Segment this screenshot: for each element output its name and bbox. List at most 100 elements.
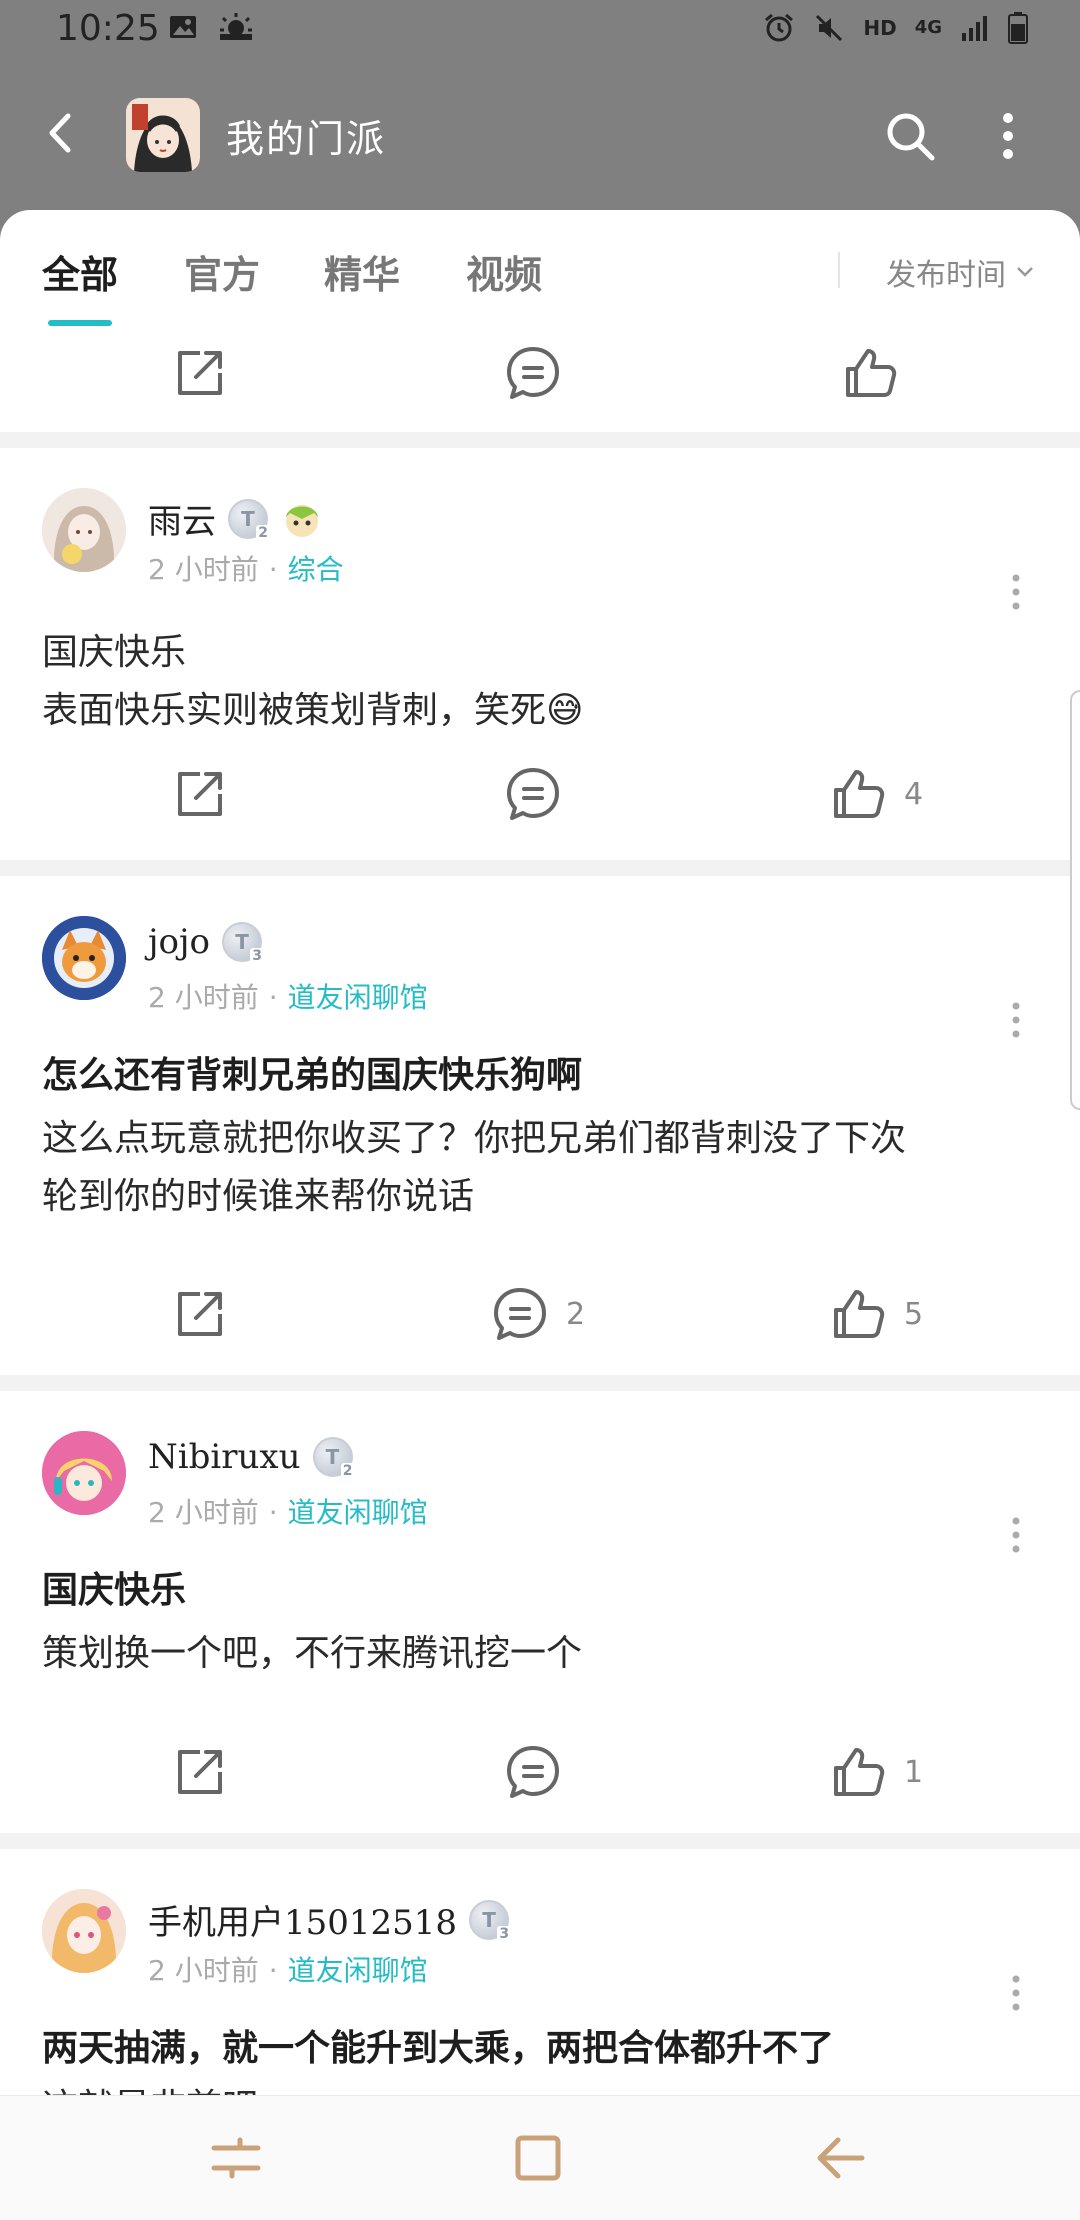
- badge-level: 3: [497, 1925, 512, 1942]
- post-category[interactable]: 综合: [288, 553, 344, 586]
- search-icon[interactable]: [882, 108, 938, 164]
- tab-official[interactable]: 官方: [184, 244, 260, 299]
- username-row: jojo T3: [148, 922, 265, 964]
- post-title[interactable]: 两天抽满，就一个能升到大乘，两把合体都升不了: [42, 2019, 834, 2071]
- like-button[interactable]: 5: [830, 1286, 923, 1342]
- status-time: 10:25: [56, 8, 160, 49]
- post-meta: 2 小时前 · 综合: [148, 548, 344, 588]
- back-arrow-icon[interactable]: [36, 108, 86, 158]
- post-meta: 2 小时前 · 道友闲聊馆: [148, 1949, 428, 1989]
- meta-separator: ·: [268, 553, 278, 586]
- badge-letter: T: [235, 930, 249, 954]
- post-meta: 2 小时前 · 道友闲聊馆: [148, 1491, 428, 1531]
- avatar[interactable]: [42, 916, 126, 1000]
- avatar[interactable]: [42, 1889, 126, 1973]
- avatar-image: [42, 488, 126, 572]
- sort-dropdown[interactable]: 发布时间: [886, 250, 1034, 294]
- page-title: 我的门派: [226, 117, 387, 161]
- post-more-icon[interactable]: [1006, 1515, 1026, 1555]
- share-button[interactable]: [172, 1744, 228, 1800]
- share-button[interactable]: [172, 345, 228, 401]
- like-icon: [834, 1748, 885, 1796]
- comment-icon: [494, 1288, 546, 1340]
- post-more-icon[interactable]: [1006, 1973, 1026, 2013]
- recent-apps-icon[interactable]: [204, 2126, 268, 2190]
- more-vertical-icon[interactable]: [988, 108, 1028, 164]
- like-button[interactable]: 4: [830, 766, 923, 822]
- mute-icon: [816, 14, 843, 42]
- weather-icon: [220, 13, 252, 40]
- comment-button[interactable]: [505, 766, 579, 822]
- comment-icon: [507, 768, 559, 820]
- like-count: 4: [904, 776, 924, 812]
- post-category[interactable]: 道友闲聊馆: [288, 1954, 428, 1987]
- home-icon[interactable]: [506, 2126, 570, 2190]
- share-button[interactable]: [172, 766, 228, 822]
- like-button[interactable]: 1: [830, 1744, 923, 1800]
- meta-separator: ·: [268, 1496, 278, 1529]
- scroll-handle[interactable]: [1070, 690, 1080, 1110]
- meta-separator: ·: [268, 981, 278, 1014]
- share-icon: [178, 772, 222, 816]
- like-button[interactable]: [842, 345, 898, 401]
- tab-bar: 全部 官方 精华 视频 发布时间: [0, 210, 1080, 330]
- post-time: 2 小时前: [148, 1496, 259, 1529]
- tab-all[interactable]: 全部: [42, 244, 118, 299]
- post-more-icon[interactable]: [1006, 1000, 1026, 1040]
- share-icon: [178, 351, 222, 395]
- post-separator: [0, 860, 1080, 876]
- chevron-down-icon: [1017, 267, 1033, 277]
- share-icon: [178, 1750, 222, 1794]
- username[interactable]: 雨云: [148, 494, 216, 543]
- post-title[interactable]: 国庆快乐: [42, 1561, 186, 1613]
- post-title[interactable]: 怎么还有背刺兄弟的国庆快乐狗啊: [42, 1046, 582, 1098]
- post-body: 这么点玩意就把你收买了？你把兄弟们都背刺没了下次 轮到你的时候谁来帮你说话: [42, 1110, 1022, 1226]
- comment-icon: [507, 347, 559, 399]
- post-category[interactable]: 道友闲聊馆: [288, 981, 428, 1014]
- badge-level: 2: [256, 524, 270, 541]
- like-icon: [834, 770, 885, 818]
- level-badge: T2: [228, 498, 270, 541]
- username[interactable]: Nibiruxu: [148, 1437, 301, 1477]
- gallery-icon: [170, 16, 196, 38]
- hd-indicator: HD: [863, 16, 897, 40]
- post-actions: 2 5: [0, 1266, 1080, 1356]
- badge-letter: T: [482, 1907, 496, 1932]
- app-logo-icon: [126, 98, 200, 172]
- post-card[interactable]: 雨云 T2 2 小时前 · 综合 国庆快乐 表面快乐实则被策划背刺，笑死😅 4: [0, 448, 1080, 848]
- username-row: Nibiruxu T2: [148, 1437, 355, 1479]
- post-time: 2 小时前: [148, 1954, 259, 1987]
- back-icon[interactable]: [808, 2126, 872, 2190]
- app-bar: 我的门派: [0, 60, 1080, 210]
- post-more-icon[interactable]: [1006, 572, 1026, 612]
- comment-icon: [507, 1746, 559, 1798]
- tab-featured[interactable]: 精华: [324, 244, 400, 299]
- username[interactable]: jojo: [148, 922, 210, 962]
- post-category[interactable]: 道友闲聊馆: [288, 1496, 428, 1529]
- post-body-line: 轮到你的时候谁来帮你说话: [42, 1176, 475, 1217]
- tab-video[interactable]: 视频: [466, 244, 542, 299]
- comment-button[interactable]: [505, 345, 561, 401]
- username[interactable]: 手机用户15012518: [148, 1895, 457, 1944]
- avatar[interactable]: [42, 488, 126, 572]
- user-decoration-icon: [286, 504, 318, 537]
- badge-level: 2: [340, 1463, 355, 1479]
- post-body-line: 表面快乐实则被策划背刺，笑死😅: [42, 690, 584, 731]
- post-card[interactable]: Nibiruxu T2 2 小时前 · 道友闲聊馆 国庆快乐 策划换一个吧，不行来腾…: [0, 1391, 1080, 1841]
- post-separator: [0, 1833, 1080, 1849]
- avatar[interactable]: [42, 1431, 126, 1515]
- post-card[interactable]: jojo T3 2 小时前 · 道友闲聊馆 怎么还有背刺兄弟的国庆快乐狗啊 这么点玩…: [0, 876, 1080, 1376]
- comment-button[interactable]: 2: [492, 1286, 585, 1342]
- level-badge: T3: [222, 922, 265, 964]
- share-button[interactable]: [172, 1286, 228, 1342]
- app-logo: [126, 98, 200, 172]
- post-body: 国庆快乐 表面快乐实则被策划背刺，笑死😅: [42, 624, 1022, 740]
- comment-count: 2: [566, 1296, 586, 1332]
- network-4g-indicator: 4G: [914, 17, 942, 38]
- post-card[interactable]: 手机用户15012518 T3 2 小时前 · 道友闲聊馆 两天抽满，就一个能升到大…: [0, 1849, 1080, 2095]
- comment-button[interactable]: [505, 1744, 579, 1800]
- level-badge: T3: [469, 1899, 512, 1942]
- like-count: 5: [904, 1296, 924, 1332]
- alarm-icon: [765, 13, 794, 42]
- post-body-line: 策划换一个吧，不行来腾讯挖一个: [42, 1633, 583, 1674]
